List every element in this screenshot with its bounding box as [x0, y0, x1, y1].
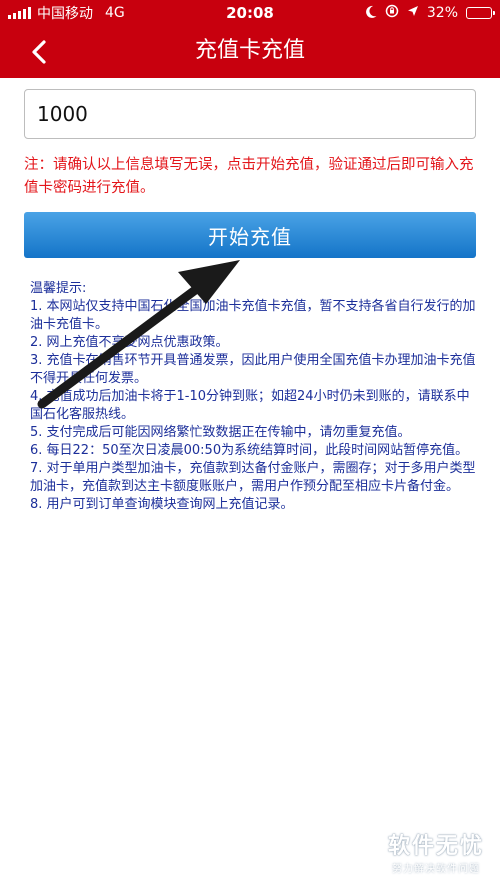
tips-section: 温馨提示: 1. 本网站仅支持中国石化全国加油卡充值卡充值，暂不支持各省自行发行… — [30, 280, 476, 514]
tip-item: 4. 充值成功后加油卡将于1-10分钟到账；如超24小时仍未到账的，请联系中国石… — [30, 389, 470, 422]
tip-item: 1. 本网站仅支持中国石化全国加油卡充值卡充值，暂不支持各省自行发行的加油卡充值… — [30, 299, 476, 332]
battery-percent: 32% — [426, 5, 458, 21]
chevron-left-icon[interactable] — [26, 38, 54, 66]
location-icon — [407, 5, 419, 21]
status-left: 中国移动 4G — [8, 3, 125, 23]
notice-text: 注：请确认以上信息填写无误，点击开始充值，验证通过后即可输入充值卡密码进行充值。 — [24, 157, 474, 196]
tip-item: 7. 对于单用户类型加油卡，充值款到达备付金账户，需圈存；对于多用户类型加油卡，… — [30, 461, 476, 494]
status-bar: 中国移动 4G 20:08 32% — [0, 0, 500, 26]
network-type: 4G — [105, 5, 125, 21]
start-recharge-button[interactable]: 开始充值 — [24, 212, 476, 258]
status-right: 32% — [365, 4, 495, 22]
watermark-title: 软件无忧 — [387, 834, 484, 859]
page-title: 充值卡充值 — [194, 38, 305, 63]
carrier-name: 中国移动 — [37, 6, 93, 22]
watermark-subtitle: 努力解决软件问题 — [391, 864, 480, 875]
rotation-lock-icon — [385, 4, 399, 22]
tip-item: 8. 用户可到订单查询模块查询网上充值记录。 — [30, 497, 294, 512]
watermark-logo: 软件无忧 努力解决软件问题 — [388, 828, 484, 875]
battery-icon — [466, 7, 495, 19]
tips-heading: 温馨提示: — [30, 281, 87, 296]
tip-item: 2. 网上充值不享受网点优惠政策。 — [30, 335, 229, 350]
moon-icon — [365, 5, 377, 22]
nav-bar: 充值卡充值 — [0, 26, 500, 78]
tip-item: 6. 每日22：50至次日凌晨00:50为系统结算时间，此段时间网站暂停充值。 — [30, 443, 469, 458]
recharge-amount-input[interactable] — [24, 89, 476, 139]
tip-item: 5. 支付完成后可能因网络繁忙致数据正在传输中，请勿重复充值。 — [30, 425, 411, 440]
tip-item: 3. 充值卡在销售环节开具普通发票，因此用户使用全国充值卡办理加油卡充值不得开具… — [30, 353, 476, 386]
signal-strength-icon — [8, 7, 31, 19]
